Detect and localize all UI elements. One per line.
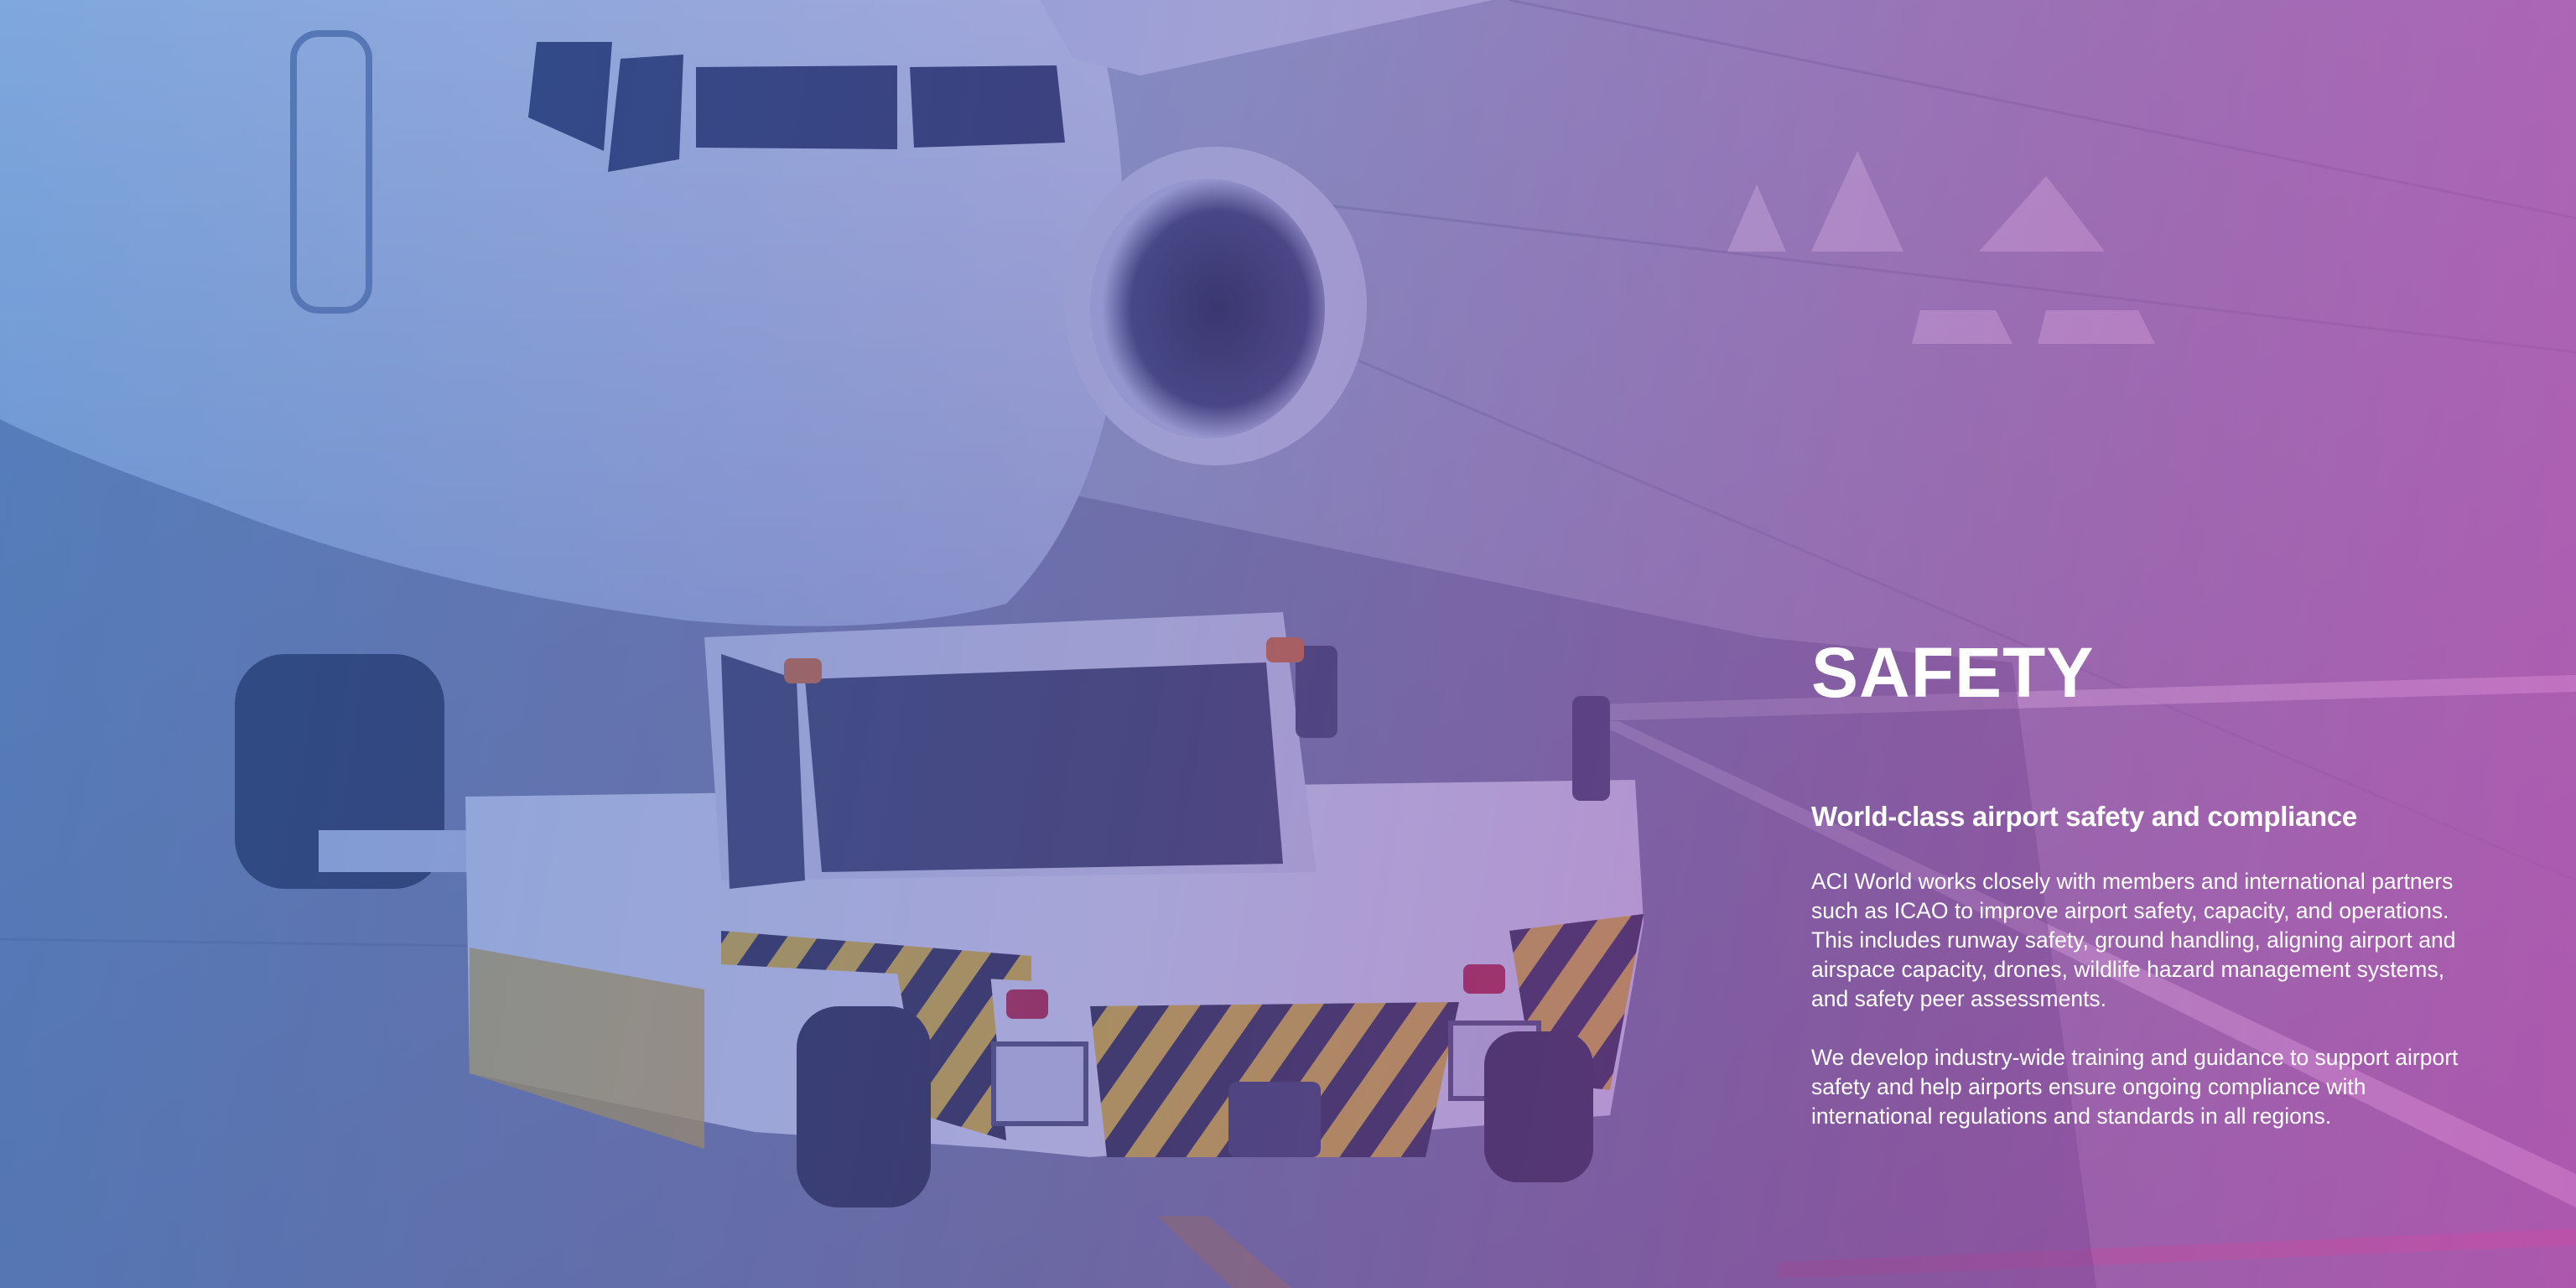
body-paragraph: ACI World works closely with members and… (1811, 868, 2456, 1011)
safety-text-block: SAFETY World-class airport safety and co… (1811, 637, 2465, 1161)
body-paragraph: We develop industry-wide training and gu… (1811, 1044, 2459, 1129)
safety-page: SAFETY World-class airport safety and co… (0, 0, 2576, 1288)
section-subtitle: World-class airport safety and complianc… (1811, 801, 2357, 832)
page-title: SAFETY (1811, 633, 2095, 712)
